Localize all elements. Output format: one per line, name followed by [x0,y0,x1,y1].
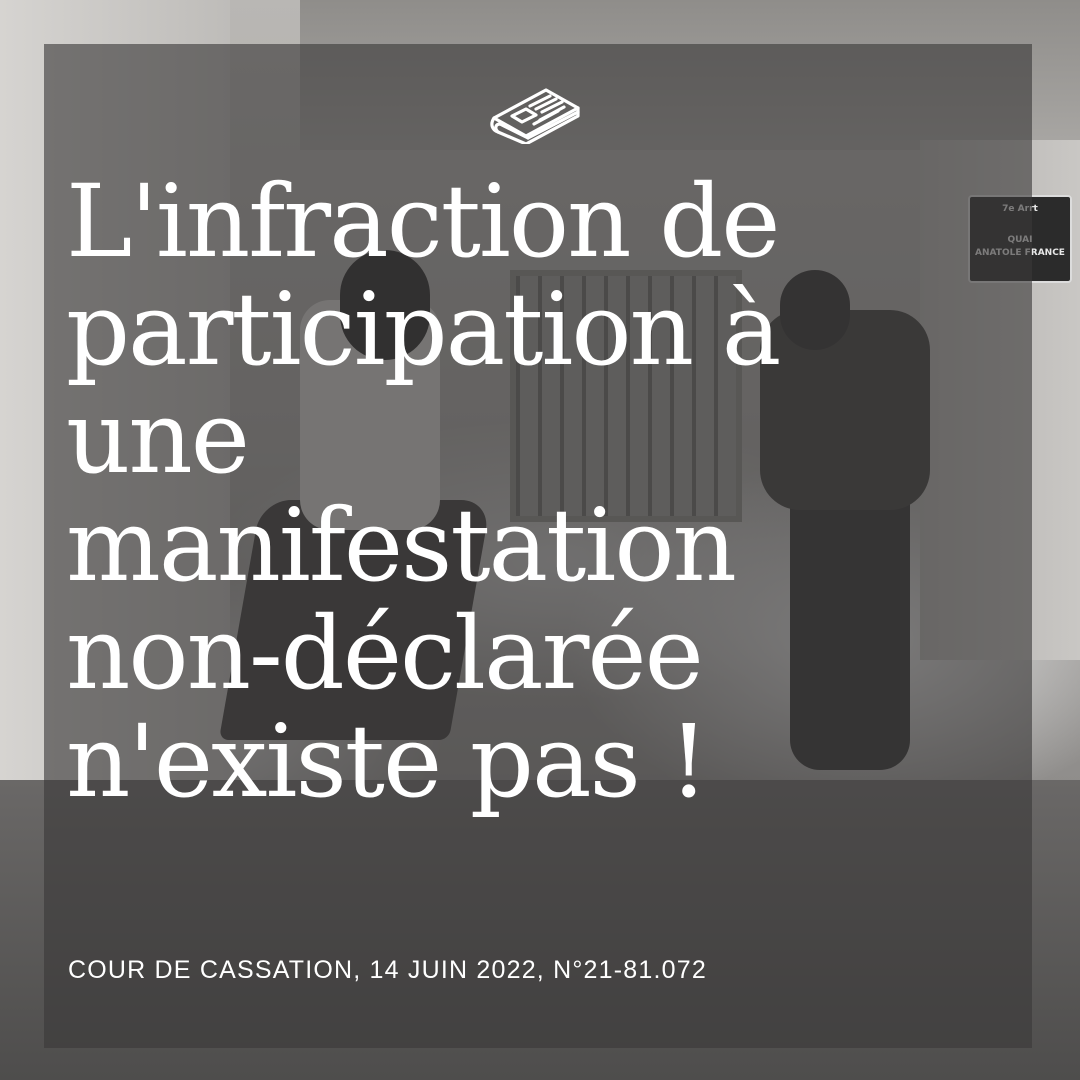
headline-line: non-déclarée [66,595,704,712]
headline-line: L'infraction de [66,163,780,280]
headline-line: n'existe pas ! [66,703,709,820]
court-citation: COUR DE CASSATION, 14 JUIN 2022, N°21-81… [68,956,707,984]
newspaper-icon [490,88,580,144]
headline-line: manifestation [66,487,737,604]
headline-line: une [66,379,250,496]
headline-line: participation à [66,271,781,388]
headline: L'infraction de participation à une mani… [66,168,1026,816]
post-canvas: 7e Arrt QUAI ANATOLE FRANCE L'infraction… [0,0,1080,1080]
